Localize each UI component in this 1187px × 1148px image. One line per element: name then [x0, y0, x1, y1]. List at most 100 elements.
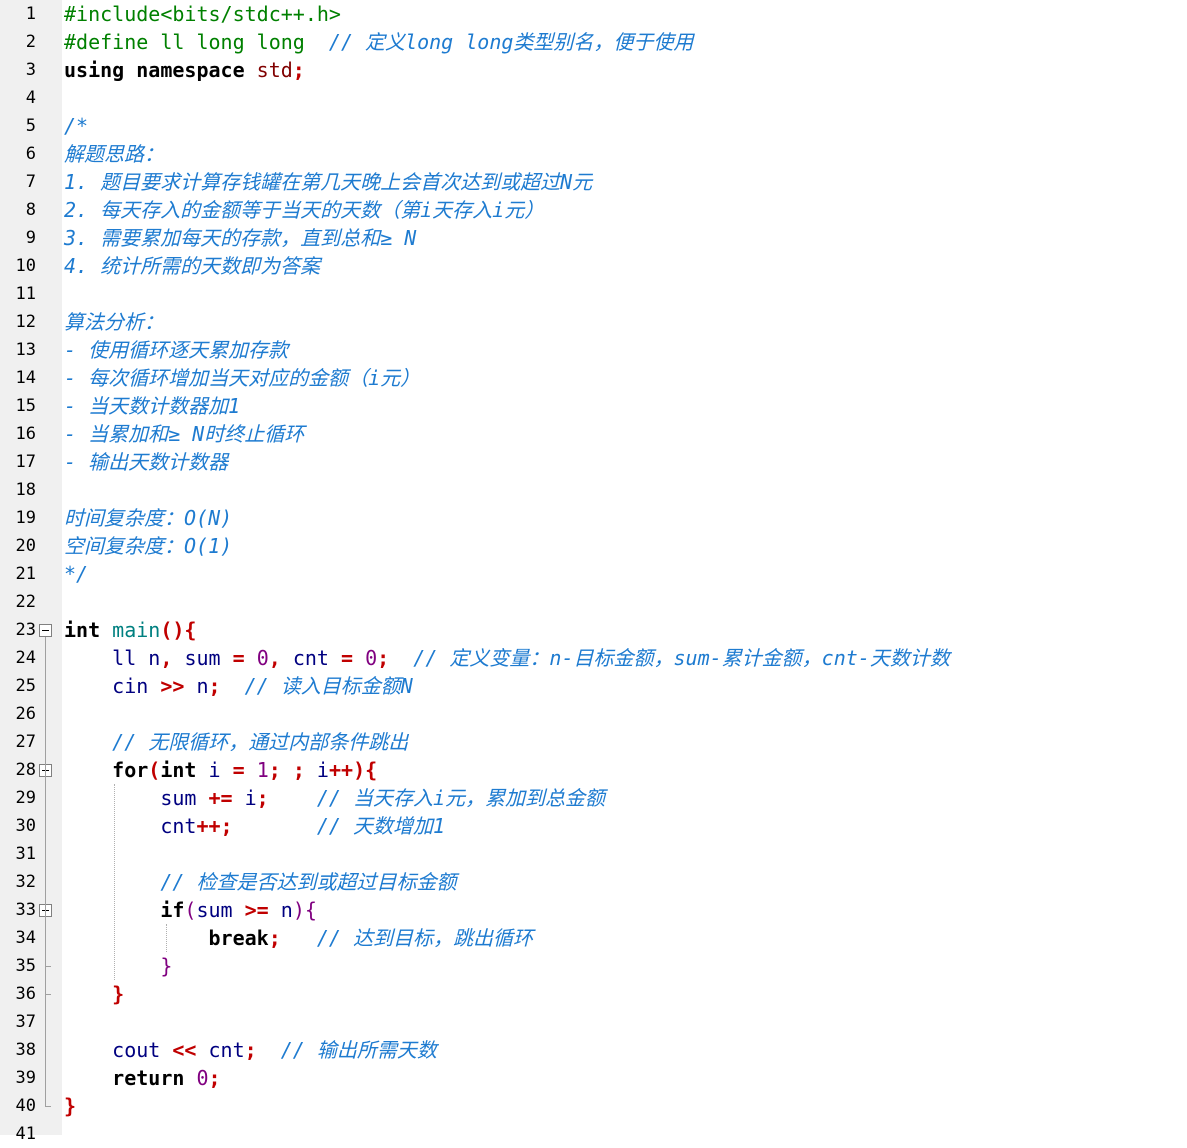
line-number: 27 [15, 732, 36, 752]
code-comment: - 输出天数计数器 [64, 450, 229, 474]
code-comment: // 输出所需天数 [280, 1038, 437, 1062]
line-number: 14 [15, 368, 36, 388]
code-line[interactable] [62, 1120, 1187, 1148]
code-line[interactable]: cout << cnt; // 输出所需天数 [62, 1036, 1187, 1064]
code-token: i [316, 758, 329, 782]
code-line[interactable]: 4. 统计所需的天数即为答案 [62, 252, 1187, 280]
code-token: cin [112, 674, 161, 698]
code-token: if [160, 898, 185, 922]
code-line[interactable] [62, 700, 1187, 728]
code-line[interactable] [62, 476, 1187, 504]
code-line[interactable] [62, 84, 1187, 112]
code-token: } [160, 954, 173, 978]
code-token: return [112, 1066, 197, 1090]
code-token: ; ; [268, 758, 317, 782]
code-line[interactable]: 算法分析： [62, 308, 1187, 336]
indent-guide [166, 924, 167, 952]
code-line[interactable]: - 使用循环逐天累加存款 [62, 336, 1187, 364]
code-line[interactable]: #include<bits/stdc++.h> [62, 0, 1187, 28]
code-area[interactable]: #include<bits/stdc++.h> #define ll long l… [62, 0, 1187, 1135]
code-editor[interactable]: 1 2 3 4 5 6 7 8 9 10 11 12 13 14 15 16 17 18 19 20 21 22 23 24 2… [0, 0, 1187, 1144]
code-line[interactable]: ll n, sum = 0, cnt = 0; // 定义变量：n-目标金额，s… [62, 644, 1187, 672]
code-line[interactable] [62, 588, 1187, 616]
code-line[interactable]: 2. 每天存入的金额等于当天的天数（第i天存入i元） [62, 196, 1187, 224]
code-comment: // 达到目标，跳出循环 [316, 926, 534, 950]
code-comment: 算法分析： [64, 310, 164, 334]
code-line[interactable]: cnt++; // 天数增加1 [62, 812, 1187, 840]
code-line[interactable] [62, 280, 1187, 308]
code-line[interactable]: using namespace std; [62, 56, 1187, 84]
line-number: 29 [15, 788, 36, 808]
code-line[interactable]: for(int i = 1; ; i++){ [62, 756, 1187, 784]
code-comment: - 当累加和≥ N时终止循环 [64, 422, 305, 446]
code-line[interactable]: } [62, 980, 1187, 1008]
code-line[interactable]: 3. 需要累加每天的存款，直到总和≥ N [62, 224, 1187, 252]
code-comment: 2. 每天存入的金额等于当天的天数（第i天存入i元） [64, 198, 545, 222]
code-line[interactable] [62, 840, 1187, 868]
code-line[interactable]: - 输出天数计数器 [62, 448, 1187, 476]
code-line[interactable]: int main(){ [62, 616, 1187, 644]
line-number: 39 [15, 1068, 36, 1088]
line-number: 21 [15, 564, 36, 584]
line-number: 11 [15, 284, 36, 304]
line-number: 33 [15, 900, 36, 920]
code-line[interactable]: 时间复杂度：O(N) [62, 504, 1187, 532]
code-token: cout [112, 1038, 173, 1062]
line-number: 23 [15, 620, 36, 640]
code-comment: // 当天存入i元，累加到总金额 [316, 786, 606, 810]
code-comment: 空间复杂度：O(1) [64, 534, 233, 558]
code-line[interactable]: /* [62, 112, 1187, 140]
line-number: 35 [15, 956, 36, 976]
line-number: 37 [15, 1012, 36, 1032]
code-comment: /* [64, 114, 89, 138]
code-token: ll n [112, 646, 161, 670]
code-line[interactable]: if(sum >= n){ [62, 896, 1187, 924]
code-token: = [232, 758, 257, 782]
code-line[interactable]: // 检查是否达到或超过目标金额 [62, 868, 1187, 896]
code-comment: - 当天数计数器加1 [64, 394, 241, 418]
code-line[interactable]: } [62, 952, 1187, 980]
code-token: , [160, 646, 185, 670]
code-line[interactable]: 1. 题目要求计算存钱罐在第几天晚上会首次达到或超过N元 [62, 168, 1187, 196]
code-line[interactable] [62, 1008, 1187, 1036]
code-comment: 1. 题目要求计算存钱罐在第几天晚上会首次达到或超过N元 [64, 170, 593, 194]
code-line[interactable]: 空间复杂度：O(1) [62, 532, 1187, 560]
line-number: 25 [15, 676, 36, 696]
code-token: cnt [160, 814, 197, 838]
code-line[interactable]: break; // 达到目标，跳出循环 [62, 924, 1187, 952]
code-token: n [196, 674, 209, 698]
code-line[interactable]: sum += i; // 当天存入i元，累加到总金额 [62, 784, 1187, 812]
code-line[interactable]: 解题思路： [62, 140, 1187, 168]
code-line[interactable]: cin >> n; // 读入目标金额N [62, 672, 1187, 700]
code-comment: // 读入目标金额N [244, 674, 413, 698]
code-line[interactable]: - 当累加和≥ N时终止循环 [62, 420, 1187, 448]
line-number: 22 [15, 592, 36, 612]
code-line[interactable]: } [62, 1092, 1187, 1120]
line-number-gutter: 1 2 3 4 5 6 7 8 9 10 11 12 13 14 15 16 17 18 19 20 21 22 23 24 2… [0, 0, 62, 1144]
fold-toggle-icon[interactable] [39, 624, 52, 637]
code-line[interactable]: - 每次循环增加当天对应的金额（i元） [62, 364, 1187, 392]
code-line[interactable]: // 无限循环，通过内部条件跳出 [62, 728, 1187, 756]
code-token: ; [256, 786, 317, 810]
code-line[interactable]: return 0; [62, 1064, 1187, 1092]
code-line[interactable]: - 当天数计数器加1 [62, 392, 1187, 420]
code-token: int [160, 758, 209, 782]
code-line[interactable]: #define ll long long // 定义long long类型别名，… [62, 28, 1187, 56]
code-line[interactable]: */ [62, 560, 1187, 588]
line-number: 4 [25, 88, 36, 108]
code-comment: // 天数增加1 [316, 814, 446, 838]
code-token: for [112, 758, 149, 782]
line-number: 20 [15, 536, 36, 556]
code-token: >= [244, 898, 281, 922]
code-comment: // 无限循环，通过内部条件跳出 [112, 730, 409, 754]
line-number: 10 [15, 256, 36, 276]
code-token: >> [160, 674, 197, 698]
fold-end-mark [45, 1106, 51, 1107]
code-comment: */ [64, 562, 89, 586]
code-token: ++; [196, 814, 317, 838]
line-number: 16 [15, 424, 36, 444]
